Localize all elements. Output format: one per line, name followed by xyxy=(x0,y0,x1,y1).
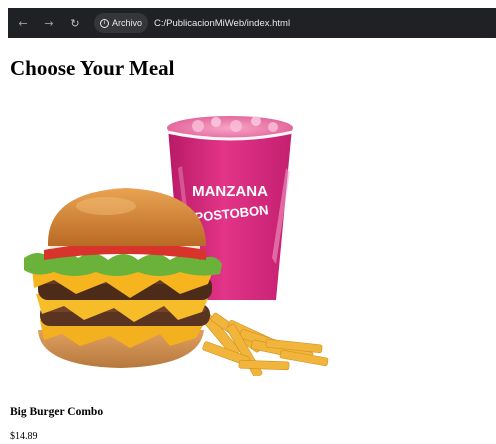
site-chip-label: Archivo xyxy=(112,18,143,28)
arrow-right-icon[interactable]: → xyxy=(42,16,56,30)
arrow-left-icon[interactable]: ← xyxy=(16,16,30,30)
fries xyxy=(199,311,329,376)
site-info-chip[interactable]: i Archivo xyxy=(94,13,149,33)
address-bar[interactable]: i Archivo C:/PublicacionMiWeb/index.html xyxy=(94,12,494,34)
reload-icon[interactable]: ↻ xyxy=(68,16,82,30)
info-icon: i xyxy=(100,18,109,28)
burger xyxy=(24,188,222,368)
product-price: $14.89 xyxy=(10,431,38,442)
cup-text-manzana: MANZANA xyxy=(192,183,268,200)
page-title: Choose Your Meal xyxy=(10,56,175,80)
url-text[interactable]: C:/PublicacionMiWeb/index.html xyxy=(154,18,290,29)
product-name: Big Burger Combo xyxy=(10,406,104,418)
browser-toolbar: ← → ↻ i Archivo C:/PublicacionMiWeb/inde… xyxy=(8,8,496,38)
meal-image[interactable]: MANZANA POSTOBON xyxy=(10,108,360,376)
